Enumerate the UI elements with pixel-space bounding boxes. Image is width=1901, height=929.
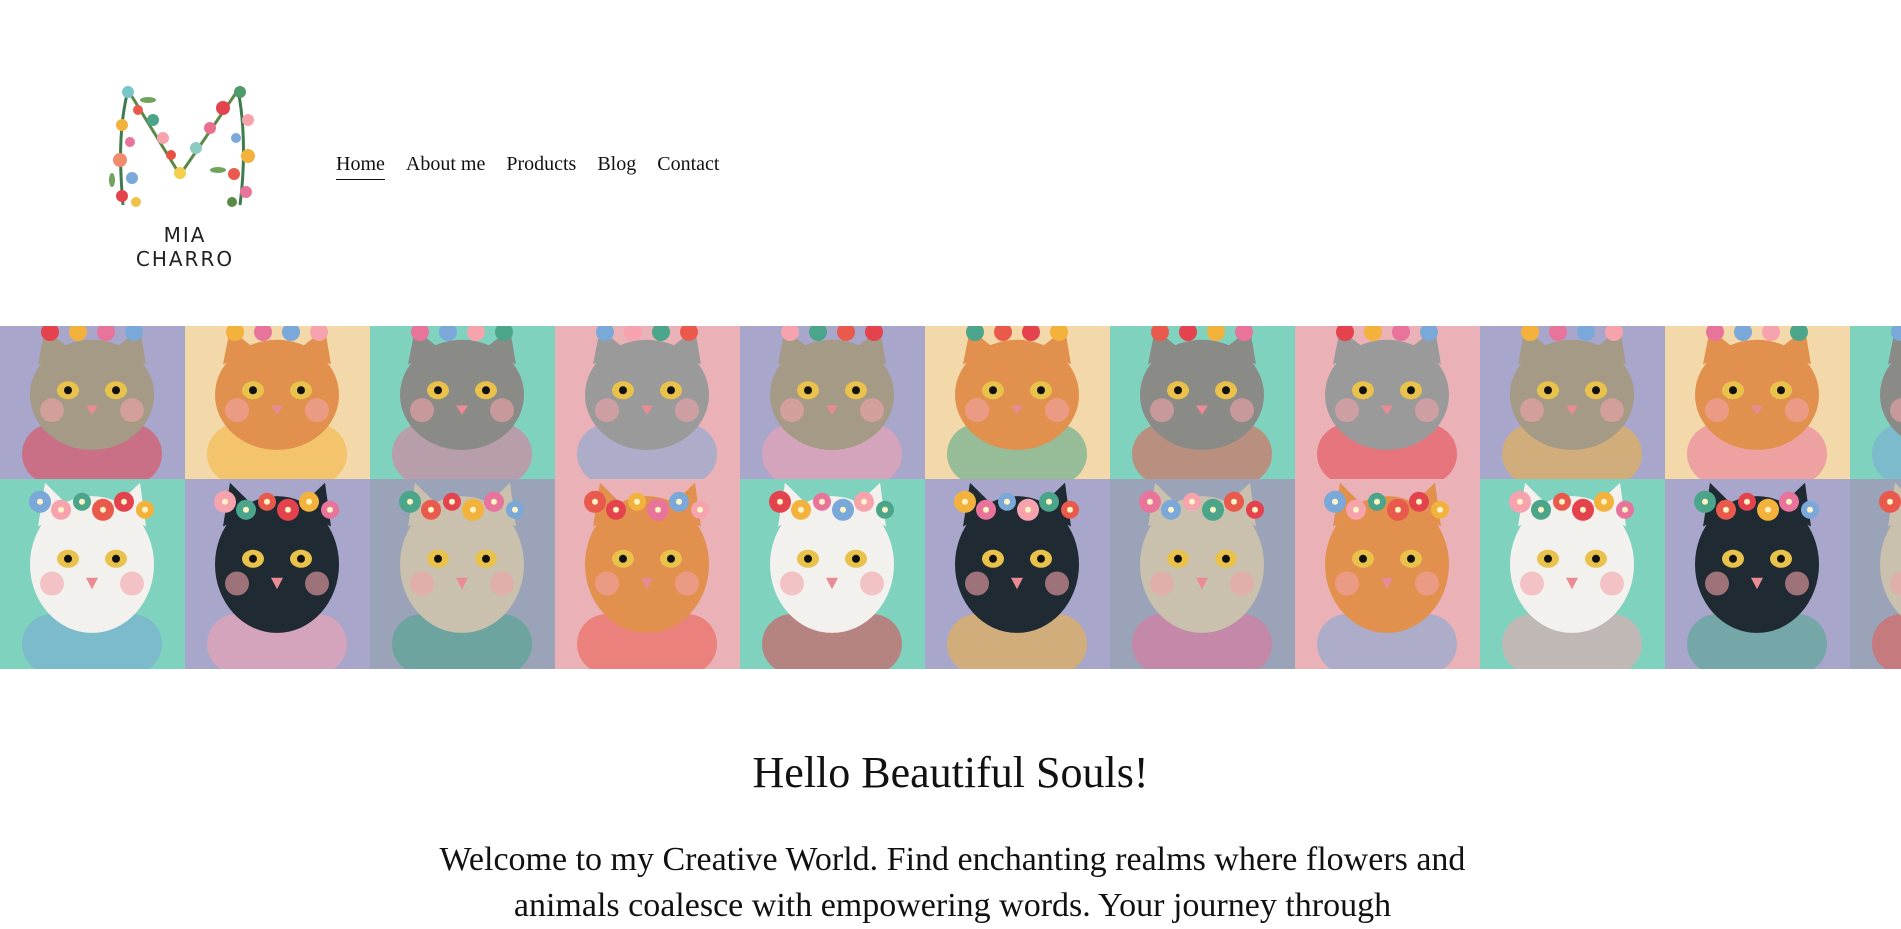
cat-illustration-icon (740, 326, 925, 479)
intro-text: Welcome to my Creative World. Find encha… (439, 841, 1466, 924)
floral-m-logo-icon (109, 86, 255, 207)
cat-portrait-tile (925, 479, 1110, 669)
cat-illustration-icon (185, 326, 370, 479)
cat-illustration-icon (0, 326, 185, 479)
site-header: MIA CHARRO Home About me Products Blog C… (0, 0, 1901, 326)
cat-portrait-tile (1480, 479, 1665, 669)
cat-illustration-icon (1850, 326, 1901, 479)
hero-banner (0, 326, 1901, 669)
cat-illustration-icon (1295, 479, 1480, 669)
cat-portrait-tile (1665, 326, 1850, 479)
cat-illustration-icon (0, 479, 185, 669)
cat-portrait-tile (1295, 479, 1480, 669)
cat-portrait-tile (1850, 326, 1901, 479)
cat-portrait-tile (1480, 326, 1665, 479)
cat-portrait-tile (555, 326, 740, 479)
main-nav: Home About me Products Blog Contact (336, 151, 719, 180)
cat-portrait-tile (370, 479, 555, 669)
nav-item-contact[interactable]: Contact (657, 151, 719, 180)
cat-portrait-tile (740, 326, 925, 479)
nav-item-about-me[interactable]: About me (406, 151, 485, 180)
cat-illustration-icon (740, 479, 925, 669)
cat-portrait-tile (925, 326, 1110, 479)
cat-illustration-icon (1665, 479, 1850, 669)
nav-item-home[interactable]: Home (336, 151, 385, 180)
site-logo[interactable]: MIA CHARRO (108, 80, 258, 271)
cat-portrait-tile (1295, 326, 1480, 479)
cat-illustration-icon (1850, 479, 1901, 669)
cat-portrait-tile (1110, 479, 1295, 669)
cat-illustration-icon (1480, 479, 1665, 669)
cat-illustration-icon (925, 479, 1110, 669)
cat-portrait-tile (555, 479, 740, 669)
cat-illustration-icon (925, 326, 1110, 479)
cat-portrait-tile (370, 326, 555, 479)
cat-illustration-icon (370, 479, 555, 669)
cat-illustration-icon (555, 479, 740, 669)
cat-portrait-tile (1850, 479, 1901, 669)
cat-portrait-tile (0, 479, 185, 669)
nav-item-blog[interactable]: Blog (597, 151, 636, 180)
cat-portrait-tile (1665, 479, 1850, 669)
cat-illustration-icon (1480, 326, 1665, 479)
cat-portrait-tile (185, 479, 370, 669)
cat-illustration-icon (370, 326, 555, 479)
cat-illustration-icon (1665, 326, 1850, 479)
brand-name: MIA CHARRO (135, 223, 235, 271)
cat-portrait-tile (0, 326, 185, 479)
cat-portrait-tile (1110, 326, 1295, 479)
nav-item-products[interactable]: Products (506, 151, 576, 180)
cat-portrait-tile (185, 326, 370, 479)
page-heading: Hello Beautiful Souls! (752, 748, 1149, 797)
cat-illustration-icon (1110, 326, 1295, 479)
cat-illustration-icon (555, 326, 740, 479)
cat-illustration-icon (1295, 326, 1480, 479)
cat-portrait-tile (740, 479, 925, 669)
cat-illustration-icon (185, 479, 370, 669)
cat-illustration-icon (1110, 479, 1295, 669)
